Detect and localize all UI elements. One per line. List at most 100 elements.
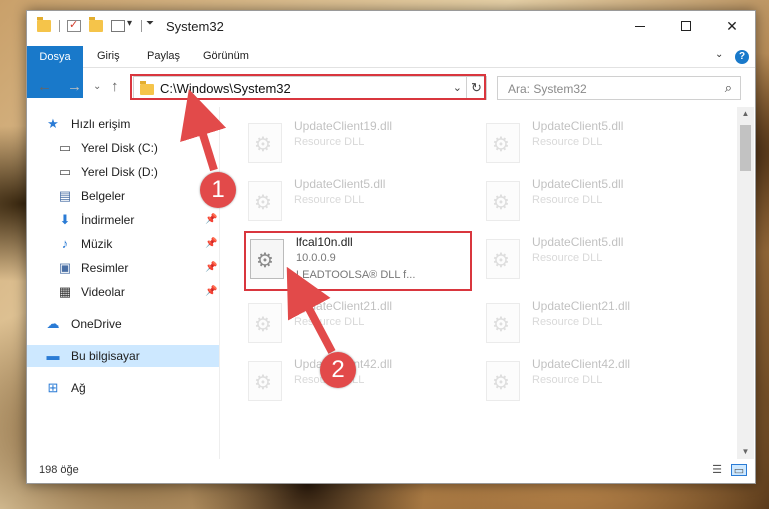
sidebar-item-music[interactable]: ♪ Müzik 📌 [27, 233, 219, 255]
list-item[interactable]: UpdateClient5.dll Resource DLL [482, 115, 712, 167]
file-name: UpdateClient21.dll [294, 299, 393, 313]
dll-file-icon [486, 361, 520, 401]
sidebar-item-label: Hızlı erişim [71, 117, 131, 131]
customize-toolbar-icon[interactable]: ⏷ [146, 18, 154, 29]
tab-share[interactable]: Paylaş [139, 45, 188, 67]
network-icon: ⊞ [47, 380, 59, 395]
tab-view[interactable]: Görünüm [195, 45, 257, 67]
sidebar-item-label: OneDrive [71, 317, 122, 331]
details-view-icon[interactable]: ☰ [709, 464, 725, 476]
back-arrow-icon[interactable]: ← [37, 78, 52, 95]
dll-file-icon [486, 123, 520, 163]
sidebar-item-videos[interactable]: ▦ Videolar 📌 [27, 281, 219, 303]
properties-icon[interactable] [67, 18, 81, 32]
file-name: UpdateClient5.dll [532, 119, 624, 133]
download-icon: ⬇ [59, 212, 71, 227]
sidebar-item-label: Resimler [81, 261, 129, 275]
address-bar-highlight [130, 74, 486, 100]
target-file-highlight [244, 231, 472, 291]
file-type: Resource DLL [532, 316, 603, 328]
file-type: Resource DLL [294, 194, 365, 206]
help-button[interactable]: ? [735, 50, 749, 64]
list-item[interactable]: UpdateClient21.dll Resource DLL [244, 295, 474, 347]
list-item[interactable]: UpdateClient21.dll Resource DLL [482, 295, 712, 347]
status-bar: 198 öğe ☰ ▭ [27, 459, 755, 483]
search-input[interactable]: Ara: System32 [508, 82, 587, 96]
pin-icon[interactable]: 📌 [205, 209, 217, 231]
step-marker-2: 2 [320, 352, 356, 388]
sidebar-item-this-pc[interactable]: ▬ Bu bilgisayar [27, 345, 219, 367]
sidebar-item-network[interactable]: ⊞ Ağ [27, 377, 219, 399]
pin-icon[interactable]: 📌 [205, 257, 217, 279]
navigation-pane: ★ Hızlı erişim ▭ Yerel Disk (C:) ▭ Yerel… [27, 107, 219, 459]
list-item[interactable]: UpdateClient5.dll Resource DLL [482, 231, 712, 283]
video-icon: ▦ [58, 284, 72, 299]
maximize-button[interactable] [663, 11, 709, 41]
dll-file-icon [486, 181, 520, 221]
file-type: Resource DLL [532, 252, 603, 264]
sidebar-item-label: Belgeler [81, 189, 126, 203]
sidebar-item-label: Müzik [81, 237, 113, 251]
dll-file-icon [486, 303, 520, 343]
divider [59, 20, 60, 32]
list-item[interactable]: UpdateClient42.dll Resource DLL [244, 353, 474, 405]
sidebar-item-label: Yerel Disk (D:) [81, 165, 158, 179]
title-bar: ▾ ⏷ System32 ✕ [27, 11, 755, 41]
close-button[interactable]: ✕ [709, 11, 755, 41]
music-icon: ♪ [61, 236, 69, 251]
sidebar-item-label: Yerel Disk (C:) [81, 141, 158, 155]
file-name: UpdateClient19.dll [294, 119, 393, 133]
file-name: UpdateClient42.dll [532, 357, 631, 371]
scroll-up-icon[interactable]: ▲ [737, 107, 754, 121]
scroll-thumb[interactable] [740, 125, 751, 171]
sidebar-item-label: Ağ [71, 381, 86, 395]
list-item[interactable]: UpdateClient42.dll Resource DLL [482, 353, 712, 405]
dll-file-icon [248, 361, 282, 401]
pin-icon[interactable]: 📌 [205, 233, 217, 255]
chevron-down-icon[interactable]: ▾ [127, 18, 132, 29]
recent-locations-icon[interactable]: ⌄ [93, 81, 101, 92]
vertical-scrollbar[interactable]: ▲ ▼ [737, 107, 754, 459]
file-type: Resource DLL [294, 316, 365, 328]
sidebar-item-label: İndirmeler [81, 213, 135, 227]
dll-file-icon [248, 123, 282, 163]
minimize-button[interactable] [617, 11, 663, 41]
search-icon[interactable]: ⌕ [725, 80, 732, 96]
computer-icon: ▬ [46, 348, 60, 363]
view-options-icon[interactable] [111, 20, 125, 32]
tab-home[interactable]: Giriş [89, 45, 128, 67]
sidebar-item-pictures[interactable]: ▣ Resimler 📌 [27, 257, 219, 279]
large-icons-view-icon[interactable]: ▭ [731, 464, 747, 477]
sidebar-item-onedrive[interactable]: ☁ OneDrive [27, 313, 219, 335]
new-folder-icon[interactable] [89, 17, 103, 32]
step-marker-1: 1 [200, 172, 236, 208]
drive-icon: ▭ [58, 140, 72, 155]
star-icon: ★ [47, 116, 59, 131]
close-icon: ✕ [726, 17, 738, 34]
dll-file-icon [248, 181, 282, 221]
dll-file-icon [486, 239, 520, 279]
ribbon: Dosya Giriş Paylaş Görünüm ⌄ ? [27, 41, 755, 98]
sidebar-item-disk-c[interactable]: ▭ Yerel Disk (C:) [27, 137, 219, 159]
file-type: Resource DLL [532, 136, 603, 148]
forward-arrow-icon[interactable]: → [67, 78, 82, 95]
sidebar-item-disk-d[interactable]: ▭ Yerel Disk (D:) [27, 161, 219, 183]
sidebar-item-downloads[interactable]: ⬇ İndirmeler 📌 [27, 209, 219, 231]
file-name: UpdateClient5.dll [532, 177, 624, 191]
scroll-down-icon[interactable]: ▼ [737, 445, 754, 459]
minimize-icon [635, 25, 645, 27]
folder-icon [37, 17, 51, 32]
list-item[interactable]: UpdateClient5.dll Resource DLL [244, 173, 474, 225]
sidebar-item-quick-access[interactable]: ★ Hızlı erişim [27, 113, 219, 135]
list-item[interactable]: UpdateClient19.dll Resource DLL [244, 115, 474, 167]
expand-ribbon-icon[interactable]: ⌄ [715, 49, 723, 60]
search-box[interactable]: Ara: System32 ⌕ [497, 76, 741, 100]
sidebar-item-label: Bu bilgisayar [71, 349, 140, 363]
pin-icon[interactable]: 📌 [205, 281, 217, 303]
sidebar-item-documents[interactable]: ▤ Belgeler 📌 [27, 185, 219, 207]
file-name: UpdateClient21.dll [532, 299, 631, 313]
file-name: UpdateClient5.dll [294, 177, 386, 191]
list-item[interactable]: UpdateClient5.dll Resource DLL [482, 173, 712, 225]
divider [141, 20, 142, 32]
up-arrow-icon[interactable]: ↑ [111, 78, 119, 95]
